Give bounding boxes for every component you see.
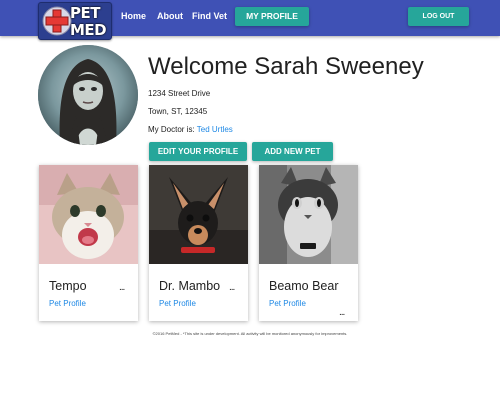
doctor-line: My Doctor is: Ted Urtles — [148, 125, 233, 135]
pet-card: Dr. Mambo ... Pet Profile — [149, 165, 248, 321]
pet-photo[interactable] — [259, 165, 358, 264]
welcome-heading: Welcome Sarah Sweeney — [148, 53, 424, 80]
add-new-pet-button[interactable]: ADD NEW PET — [252, 142, 333, 161]
top-navbar: PET MED Home About Find Vet MY PROFILE L… — [0, 0, 500, 40]
pet-name: Beamo Bear — [269, 279, 339, 293]
pet-name: Dr. Mambo — [159, 279, 221, 293]
pet-photo-image — [149, 165, 248, 264]
doctor-link[interactable]: Ted Urtles — [197, 125, 233, 134]
user-avatar — [38, 45, 138, 145]
doctor-label: My Doctor is: — [148, 125, 195, 134]
logo-text-med: MED — [70, 21, 107, 39]
pet-photo[interactable] — [39, 165, 138, 264]
my-profile-button[interactable]: MY PROFILE — [235, 7, 309, 26]
edit-profile-button[interactable]: EDIT YOUR PROFILE — [149, 142, 247, 161]
pet-card: Beamo Bear ... Pet Profile — [259, 165, 358, 321]
pet-photo-image — [39, 165, 138, 264]
pet-name: Tempo — [49, 279, 87, 293]
address-town: Town, ST, 12345 — [148, 107, 208, 116]
nav-link-about[interactable]: About — [157, 11, 183, 22]
petmed-logo[interactable]: PET MED — [38, 2, 112, 40]
address-street: 1234 Street Drive — [148, 89, 211, 98]
logo-text-pet: PET — [70, 4, 100, 22]
pet-card: Tempo ... Pet Profile — [39, 165, 138, 321]
nav-link-find-vet[interactable]: Find Vet — [192, 11, 227, 22]
pet-profile-link[interactable]: Pet Profile — [269, 299, 306, 309]
pet-profile-link[interactable]: Pet Profile — [49, 299, 86, 309]
user-portrait-image — [38, 45, 138, 145]
pet-photo-image — [259, 165, 358, 264]
nav-link-home[interactable]: Home — [121, 11, 146, 22]
pet-photo[interactable] — [149, 165, 248, 264]
medical-cross-icon — [42, 6, 72, 36]
logout-button[interactable]: LOG OUT — [408, 7, 469, 26]
more-options-icon[interactable]: ... — [339, 308, 345, 318]
footer-disclaimer: ©2016 PetMed - *This site is under devel… — [152, 331, 348, 336]
pet-profile-link[interactable]: Pet Profile — [159, 299, 196, 309]
more-options-icon[interactable]: ... — [229, 283, 235, 293]
more-options-icon[interactable]: ... — [119, 283, 125, 293]
